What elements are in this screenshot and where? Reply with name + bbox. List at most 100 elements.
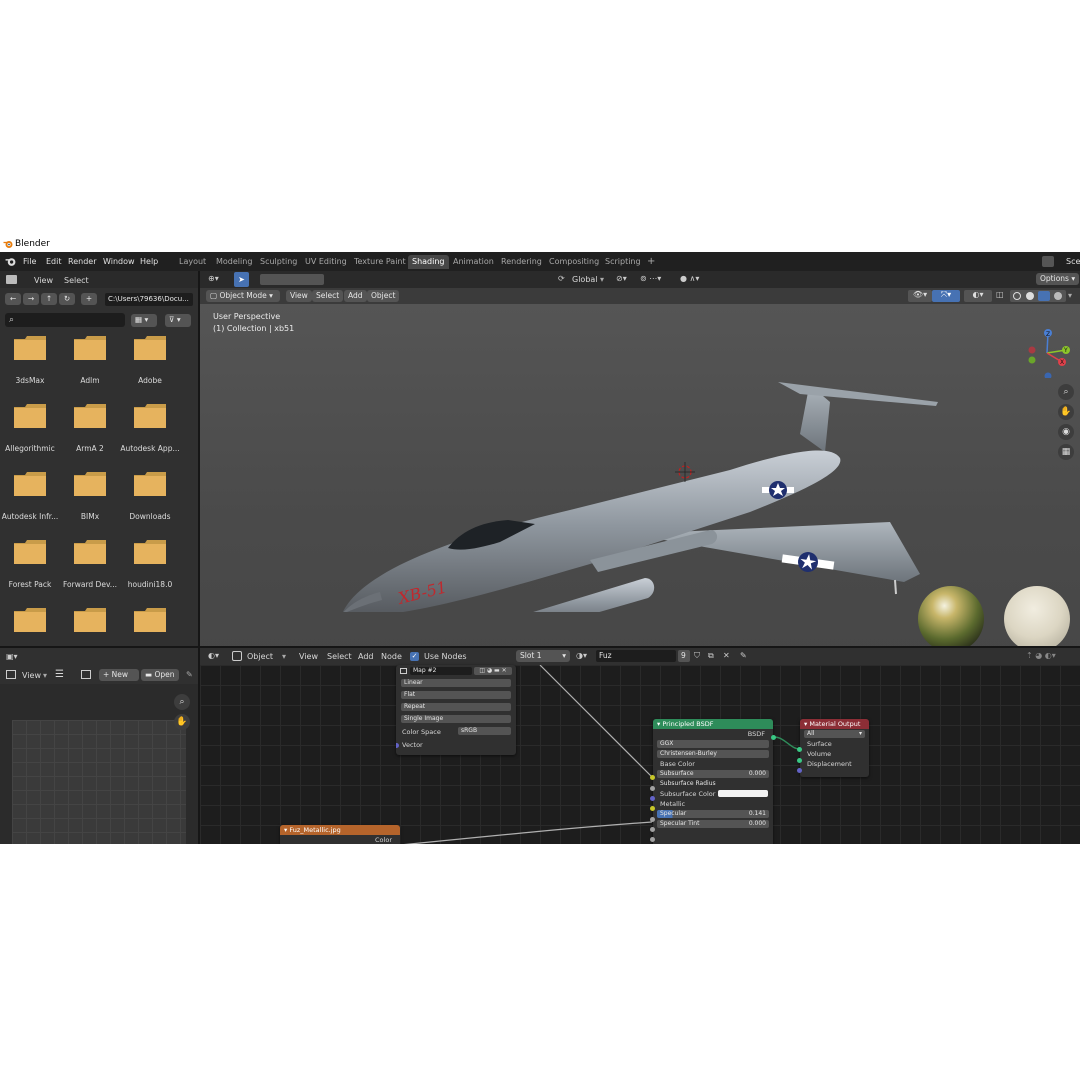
pivot-icon[interactable]: ⊘▾ — [616, 274, 627, 283]
editor-type-icon[interactable]: ▣▾ — [6, 652, 22, 663]
folder-item[interactable]: Autodesk Infr... — [0, 472, 60, 536]
node-menu-add[interactable]: Add — [358, 652, 374, 661]
projection-select[interactable]: Flat — [401, 691, 511, 699]
parent-dir-icon[interactable]: ↑ — [41, 293, 57, 305]
material-preview-icon[interactable] — [1038, 291, 1050, 301]
tab-scripting[interactable]: Scripting — [601, 255, 645, 269]
duplicate-material-icon[interactable]: ⧉ — [708, 651, 714, 661]
pan-hand-icon[interactable]: ✋ — [1058, 404, 1074, 420]
distribution-select[interactable]: GGX — [657, 740, 769, 748]
folder-item[interactable]: Allegorithmic — [0, 404, 60, 468]
hamburger-menu-icon[interactable]: ☰ — [55, 669, 64, 680]
image-browse-icon[interactable] — [400, 668, 407, 674]
material-slot-select[interactable]: Slot 1 ▾ — [516, 650, 570, 662]
subsurface-radius-field[interactable]: Subsurface Radius — [657, 780, 769, 788]
object-mode-select[interactable]: ▢ Object Mode ▾ — [206, 290, 280, 302]
unlink-material-icon[interactable]: ✕ — [723, 651, 730, 660]
scene-icon[interactable] — [1042, 256, 1054, 267]
tab-rendering[interactable]: Rendering — [497, 255, 546, 269]
fake-user-shield-icon[interactable]: ⛉ — [694, 651, 700, 661]
navigation-gizmo[interactable]: Z Y X — [1022, 328, 1072, 378]
folder-item[interactable]: Adobe — [120, 336, 180, 400]
color-space-select[interactable]: sRGB — [458, 727, 511, 735]
shader-type-select[interactable]: Object — [247, 652, 273, 661]
tab-uv-editing[interactable]: UV Editing — [301, 255, 351, 269]
menu-edit[interactable]: Edit — [42, 255, 66, 268]
extension-select[interactable]: Repeat — [401, 703, 511, 711]
folder-item[interactable]: houdini18.0 — [120, 540, 180, 604]
viewport-menu-object[interactable]: Object — [367, 290, 400, 302]
material-output-node[interactable]: ▾ Material Output All ▾ Surface Volume Di… — [800, 719, 869, 777]
zoom-icon[interactable]: ⌕ — [1058, 384, 1074, 400]
tab-shading[interactable]: Shading — [408, 255, 449, 269]
area-divider-vertical[interactable] — [198, 271, 200, 844]
overlay-toggle-icon[interactable]: ◐▾ — [964, 290, 992, 302]
metallic-image-node[interactable]: ▾ Fuz_Metallic.jpg Color — [280, 825, 400, 844]
blender-menu-icon[interactable] — [5, 256, 16, 267]
file-search-input[interactable] — [5, 313, 125, 327]
folder-item[interactable] — [0, 608, 60, 646]
zoom-icon[interactable]: ⌕ — [174, 694, 190, 710]
metallic-socket[interactable] — [650, 817, 655, 822]
options-button[interactable]: Options ▾ — [1036, 273, 1080, 285]
selection-mode-buttons[interactable] — [260, 274, 324, 285]
folder-item[interactable]: Forest Pack — [0, 540, 60, 604]
viewport-menu-view[interactable]: View — [286, 290, 312, 302]
image-name-field[interactable]: Map #2 — [410, 667, 472, 675]
tab-compositing[interactable]: Compositing — [545, 255, 603, 269]
node-menu-select[interactable]: Select — [327, 652, 352, 661]
new-folder-icon[interactable]: + — [81, 293, 97, 305]
browse-image-icon[interactable] — [81, 670, 91, 679]
material-users-count[interactable]: 9 — [678, 650, 690, 662]
tab-sculpting[interactable]: Sculpting — [256, 255, 301, 269]
subsurface-color-socket[interactable] — [650, 806, 655, 811]
principled-bsdf-header[interactable]: ▾ Principled BSDF — [653, 719, 773, 729]
folder-item[interactable] — [60, 608, 120, 646]
wireframe-shading-icon[interactable] — [1013, 292, 1021, 300]
subsurface-color-row[interactable]: Subsurface Color — [653, 789, 773, 799]
3d-viewport[interactable]: User Perspective (1) Collection | xb51 X… — [200, 304, 1080, 662]
xb51-aircraft-model[interactable]: XB-51 — [330, 342, 950, 612]
area-divider-horizontal[interactable] — [0, 646, 1080, 648]
dropdown-arrow-icon[interactable]: ▾ — [1068, 291, 1072, 300]
source-select[interactable]: Single Image — [401, 715, 511, 723]
vector-input-socket[interactable] — [396, 743, 399, 748]
base-color-socket[interactable] — [650, 775, 655, 780]
refresh-icon[interactable]: ↻ — [59, 293, 75, 305]
image-texture-node[interactable]: Map #2 ◫ ◕ ▬ ✕ Linear Flat Repeat Single… — [396, 665, 516, 755]
camera-icon[interactable]: ◉ — [1058, 424, 1074, 440]
displacement-input-socket[interactable] — [797, 768, 802, 773]
scene-selector[interactable]: Sce — [1066, 257, 1080, 266]
shading-mode-buttons[interactable] — [1010, 290, 1066, 302]
folder-item[interactable]: ArmA 2 — [60, 404, 120, 468]
material-name-field[interactable]: Fuz — [596, 650, 676, 662]
metallic-image-header[interactable]: ▾ Fuz_Metallic.jpg — [280, 825, 400, 835]
subsurface-slider[interactable]: Subsurface 0.000 — [657, 770, 769, 778]
volume-input-socket[interactable] — [797, 758, 802, 763]
folder-item[interactable] — [120, 608, 180, 646]
xray-icon[interactable]: ◫ — [996, 290, 1006, 302]
file-browser-menu-view[interactable]: View — [34, 276, 53, 285]
subsurface-color-swatch[interactable] — [718, 790, 768, 797]
material-output-header[interactable]: ▾ Material Output — [800, 719, 869, 729]
image-selector-row[interactable]: Map #2 ◫ ◕ ▬ ✕ — [398, 667, 512, 676]
use-nodes-checkbox[interactable]: ✓ — [410, 652, 419, 661]
image-editor-canvas[interactable]: ⌕ ✋ — [0, 684, 198, 844]
pan-hand-icon[interactable]: ✋ — [174, 714, 190, 730]
forward-arrow-icon[interactable]: → — [23, 293, 39, 305]
menu-render[interactable]: Render — [64, 255, 100, 268]
visibility-icon[interactable]: 👁▾ — [908, 290, 932, 302]
editor-type-icon[interactable] — [6, 275, 17, 284]
back-arrow-icon[interactable]: ← — [5, 293, 21, 305]
add-workspace-button[interactable]: + — [643, 255, 659, 269]
pin-icon[interactable]: ✎ — [186, 670, 193, 679]
specular-tint-slider[interactable]: Specular Tint 0.000 — [657, 820, 769, 828]
material-browse-icon[interactable]: ◑▾ — [576, 651, 587, 660]
surface-input-socket[interactable] — [797, 747, 802, 752]
directory-path-field[interactable]: C:\Users\79636\Docu... — [105, 293, 193, 306]
proportional-edit-icon[interactable]: ● ∧▾ — [680, 274, 699, 283]
new-image-button[interactable]: + New — [99, 669, 139, 681]
image-action-icons[interactable]: ◫ ◕ ▬ ✕ — [474, 667, 512, 675]
select-tool-icon[interactable]: ➤ — [234, 272, 249, 287]
tab-layout[interactable]: Layout — [175, 255, 210, 269]
